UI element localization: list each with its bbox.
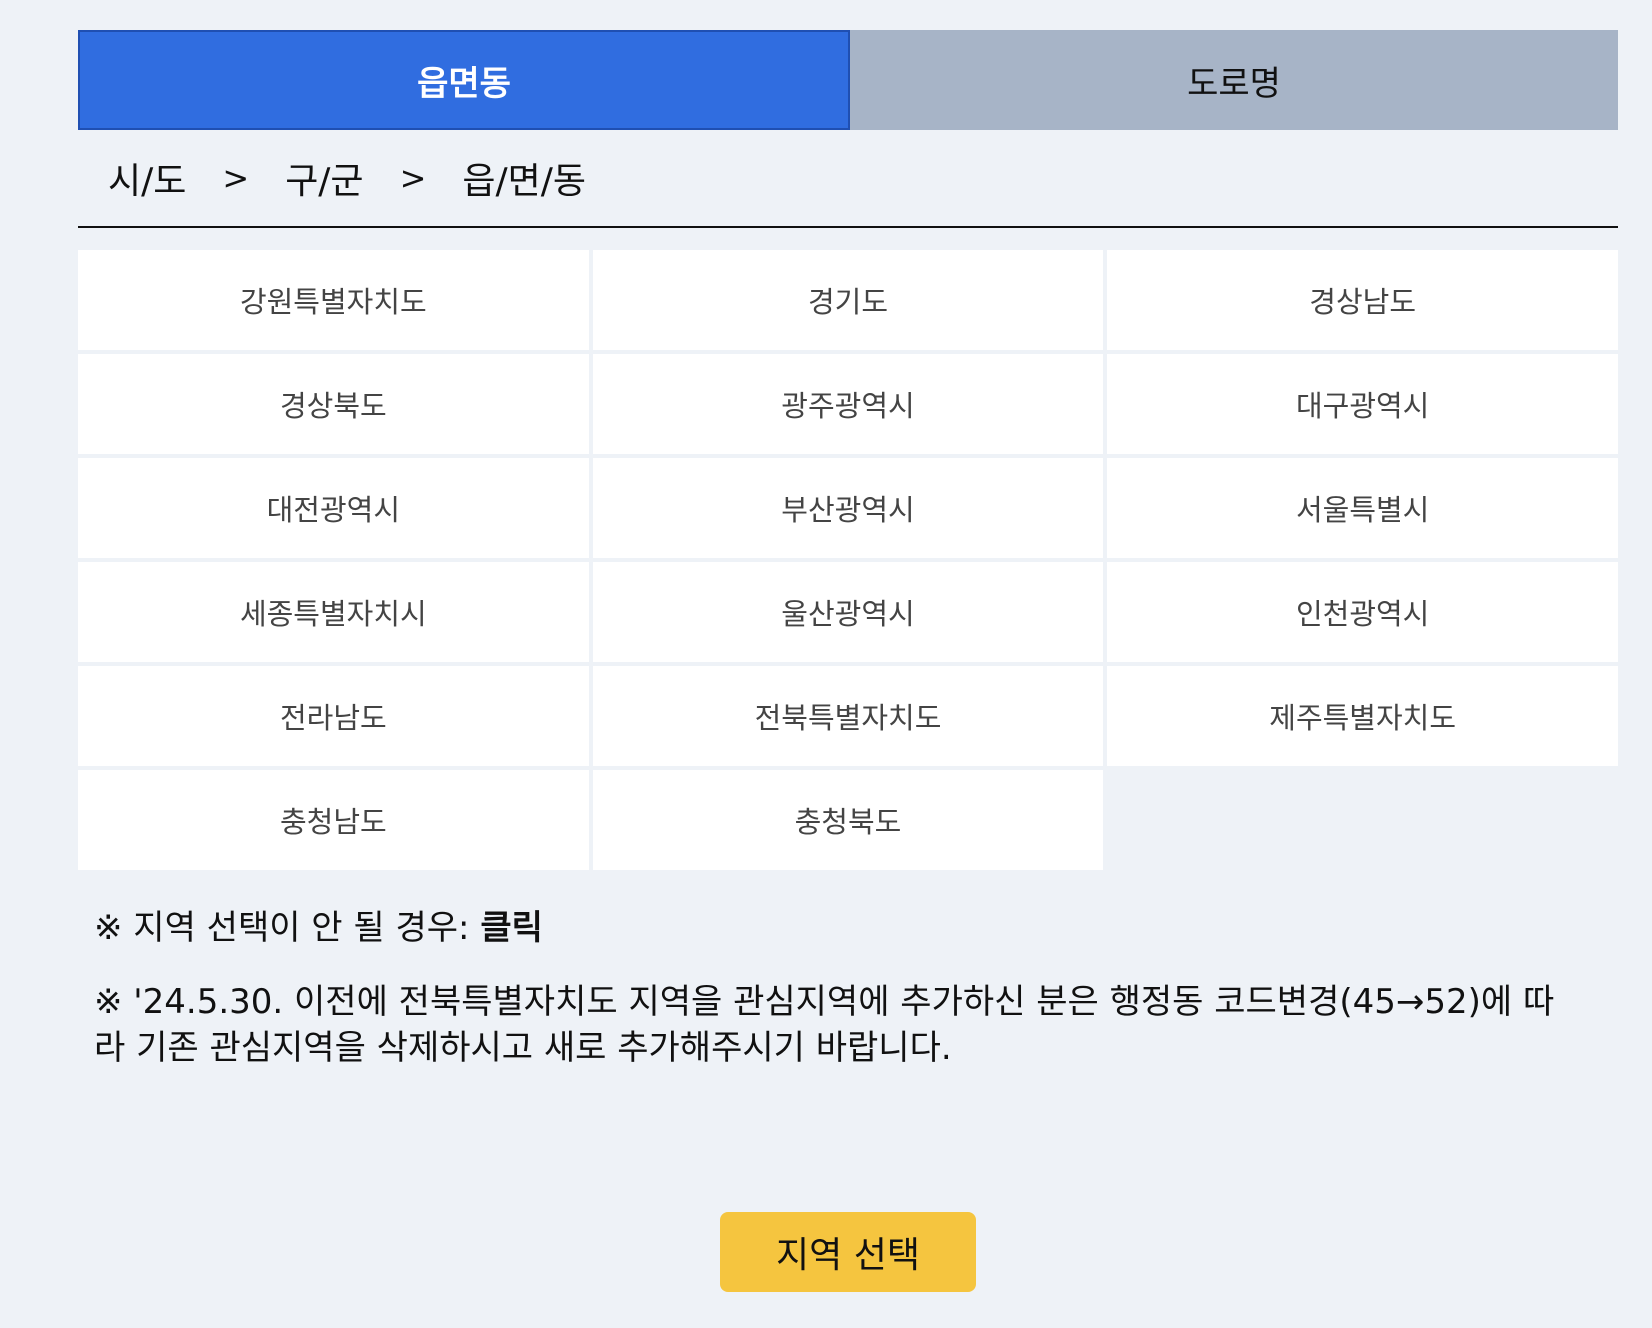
region-grid: 강원특별자치도 경기도 경상남도 경상북도 광주광역시 대구광역시 대전광역시 … — [78, 250, 1618, 870]
region-item[interactable]: 울산광역시 — [592, 562, 1104, 662]
tab-road-name[interactable]: 도로명 — [850, 30, 1618, 130]
region-item[interactable]: 강원특별자치도 — [78, 250, 589, 350]
notice-code-change: ※ '24.5.30. 이전에 전북특별자치도 지역을 관심지역에 추가하신 분… — [94, 982, 1555, 1068]
region-item[interactable]: 부산광역시 — [592, 458, 1104, 558]
region-item[interactable]: 충청북도 — [592, 770, 1104, 870]
breadcrumb: 시/도 > 구/군 > 읍/면/동 — [78, 130, 1618, 228]
region-item[interactable]: 광주광역시 — [592, 354, 1104, 454]
breadcrumb-separator: > — [399, 159, 427, 197]
region-item[interactable]: 서울특별시 — [1107, 458, 1618, 558]
region-item[interactable]: 인천광역시 — [1107, 562, 1618, 662]
breadcrumb-sido[interactable]: 시/도 — [108, 152, 186, 204]
region-item[interactable]: 대전광역시 — [78, 458, 589, 558]
breadcrumb-separator: > — [222, 159, 250, 197]
region-item[interactable]: 경상북도 — [78, 354, 589, 454]
region-item[interactable]: 경상남도 — [1107, 250, 1618, 350]
notice-region-help-text: ※ 지역 선택이 안 될 경우: — [94, 908, 481, 948]
tab-eupmyeondong[interactable]: 읍면동 — [78, 30, 850, 130]
breadcrumb-gugun[interactable]: 구/군 — [285, 152, 363, 204]
region-selector: 읍면동 도로명 시/도 > 구/군 > 읍/면/동 강원특별자치도 경기도 경상… — [78, 30, 1618, 1071]
region-item[interactable]: 충청남도 — [78, 770, 589, 870]
click-link[interactable]: 클릭 — [480, 908, 543, 948]
region-item[interactable]: 대구광역시 — [1107, 354, 1618, 454]
region-item[interactable]: 전북특별자치도 — [592, 666, 1104, 766]
region-item[interactable]: 전라남도 — [78, 666, 589, 766]
tab-bar: 읍면동 도로명 — [78, 30, 1618, 130]
select-region-button[interactable]: 지역 선택 — [720, 1212, 976, 1292]
region-item[interactable]: 경기도 — [592, 250, 1104, 350]
notice-region-help: ※ 지역 선택이 안 될 경우: 클릭 — [78, 900, 1618, 949]
breadcrumb-eupmyeondong[interactable]: 읍/면/동 — [462, 152, 586, 204]
region-item[interactable]: 제주특별자치도 — [1107, 666, 1618, 766]
region-item[interactable]: 세종특별자치시 — [78, 562, 589, 662]
